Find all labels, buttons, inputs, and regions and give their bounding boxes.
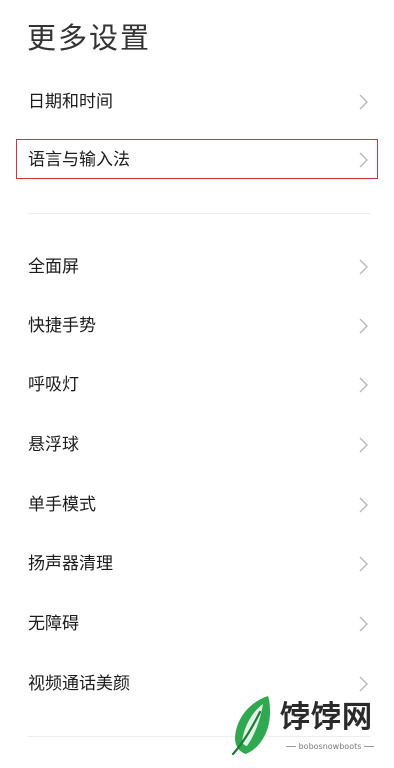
settings-item-full-screen[interactable]: 全面屏: [0, 245, 394, 289]
watermark-name: 饽饽网: [280, 700, 373, 735]
leaf-logo-icon: [231, 696, 270, 756]
settings-item-label: 视频通话美颜: [28, 674, 130, 694]
settings-item-label: 日期和时间: [28, 92, 113, 112]
chevron-right-icon: [359, 676, 368, 692]
settings-item-gestures[interactable]: 快捷手势: [0, 304, 394, 348]
settings-item-speaker-cleaning[interactable]: 扬声器清理: [0, 542, 394, 586]
chevron-right-icon: [359, 259, 368, 275]
watermark-url: bobosnowboots: [280, 742, 380, 752]
settings-item-one-hand-mode[interactable]: 单手模式: [0, 483, 394, 527]
settings-item-label: 扬声器清理: [28, 554, 113, 574]
settings-item-breathing-light[interactable]: 呼吸灯: [0, 363, 394, 407]
divider: [28, 213, 370, 214]
settings-item-floating-ball[interactable]: 悬浮球: [0, 423, 394, 467]
settings-item-label: 快捷手势: [28, 316, 96, 336]
chevron-right-icon: [359, 437, 368, 453]
settings-item-language-input[interactable]: 语言与输入法: [0, 138, 394, 182]
settings-item-label: 呼吸灯: [28, 375, 79, 395]
page-title: 更多设置: [27, 21, 152, 55]
chevron-right-icon: [359, 94, 368, 110]
chevron-right-icon: [359, 556, 368, 572]
settings-item-label: 无障碍: [28, 614, 79, 634]
settings-item-accessibility[interactable]: 无障碍: [0, 602, 394, 646]
chevron-right-icon: [359, 616, 368, 632]
settings-item-label: 单手模式: [28, 495, 96, 515]
settings-item-label: 悬浮球: [28, 435, 79, 455]
settings-item-date-time[interactable]: 日期和时间: [0, 80, 394, 124]
chevron-right-icon: [359, 152, 368, 168]
chevron-right-icon: [359, 497, 368, 513]
chevron-right-icon: [359, 318, 368, 334]
settings-item-label: 全面屏: [28, 257, 79, 277]
chevron-right-icon: [359, 377, 368, 393]
settings-item-label: 语言与输入法: [28, 150, 130, 170]
watermark: 饽饽网 bobosnowboots: [226, 692, 386, 762]
